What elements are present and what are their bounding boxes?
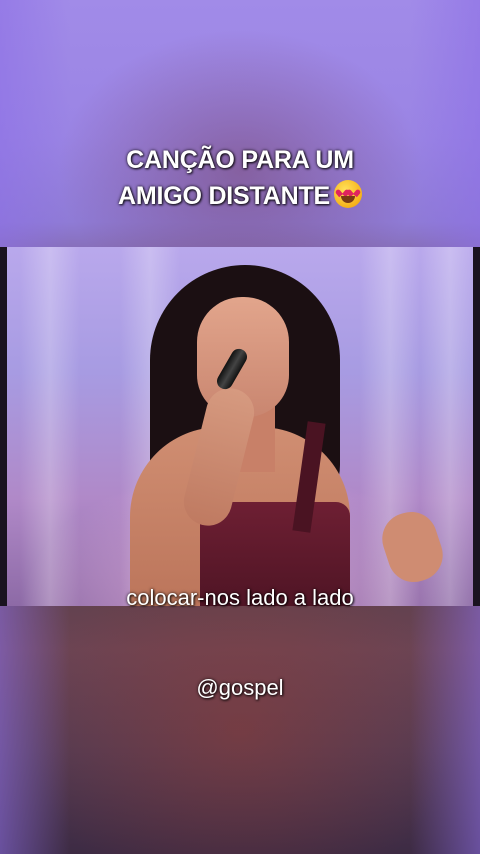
- video-title-overlay: CANÇÃO PARA UM AMIGO DISTANTE: [0, 142, 480, 214]
- title-line-2: AMIGO DISTANTE: [117, 182, 330, 210]
- video-player[interactable]: [0, 247, 480, 606]
- heart-eyes-emoji-icon: [334, 180, 362, 208]
- author-handle[interactable]: @gospel: [0, 674, 480, 702]
- video-subtitle: colocar-nos lado a lado: [126, 585, 354, 610]
- title-line-2-wrap: AMIGO DISTANTE: [0, 178, 480, 214]
- title-line-1: CANÇÃO PARA UM: [126, 146, 354, 174]
- video-post-frame: CANÇÃO PARA UM AMIGO DISTANTE colocar-no…: [0, 0, 480, 854]
